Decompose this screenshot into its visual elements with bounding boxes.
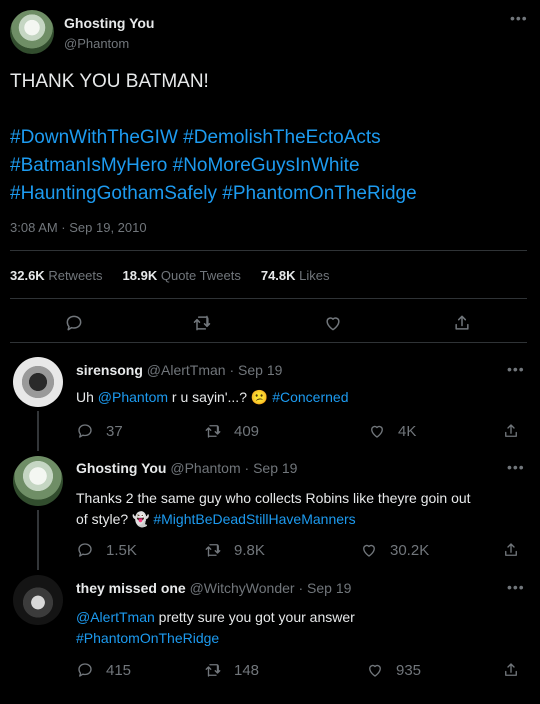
hashtag-link[interactable]: #DemolishTheEctoActs: [183, 127, 380, 148]
reply-count: 1.5K: [106, 541, 137, 559]
handle[interactable]: @Phantom: [64, 36, 129, 51]
date[interactable]: · Sep 19: [245, 460, 298, 476]
mention-link[interactable]: @Phantom: [98, 389, 168, 405]
reply-text: Thanks 2 the same guy who collects Robin…: [76, 490, 471, 527]
retweet-button[interactable]: 409: [204, 422, 259, 440]
retweet-count: 409: [234, 422, 260, 440]
reply-button[interactable]: 1.5K: [76, 541, 137, 559]
divider: [10, 342, 527, 343]
reply-button[interactable]: [64, 313, 84, 333]
retweet-icon: [205, 425, 221, 438]
reply-header: sirensong @AlertTman · Sep 19: [76, 362, 282, 378]
retweet-button[interactable]: [192, 313, 212, 333]
reply-count: 415: [106, 661, 132, 679]
reply-button[interactable]: 37: [76, 422, 123, 440]
more-icon[interactable]: •••: [507, 361, 525, 377]
divider: [10, 250, 527, 251]
retweets-stat[interactable]: 32.6K Retweets: [10, 268, 103, 283]
avatar[interactable]: [13, 575, 63, 625]
avatar[interactable]: [13, 456, 63, 506]
like-count: 30.2K: [390, 541, 430, 559]
timestamp[interactable]: 3:08 AM · Sep 19, 2010: [10, 220, 147, 235]
like-button[interactable]: 935: [366, 661, 421, 679]
thread-line: [37, 510, 39, 570]
reply-text: Uh @Phantom r u sayin'...? 😕 #Concerned: [76, 389, 349, 405]
hashtag-link[interactable]: #Concerned: [272, 389, 348, 405]
reply-text: @AlertTman pretty sure you got your answ…: [76, 609, 355, 646]
reply-button[interactable]: 415: [76, 661, 131, 679]
retweet-count: 148: [234, 661, 260, 679]
heart-icon: [326, 317, 340, 331]
hashtag-link[interactable]: #PhantomOnTheRidge: [222, 183, 416, 204]
retweet-count: 9.8K: [234, 541, 265, 559]
thread-line: [37, 411, 39, 451]
like-count: 935: [396, 661, 422, 679]
share-button[interactable]: [452, 313, 472, 333]
handle[interactable]: @AlertTman: [147, 362, 226, 378]
ghost-emoji: 👻: [132, 511, 150, 527]
reply-icon: [78, 543, 92, 557]
handle[interactable]: @WitchyWonder: [190, 580, 295, 596]
retweet-icon: [205, 544, 221, 557]
share-icon: [505, 543, 517, 556]
heart-icon: [369, 664, 381, 677]
hashtag-link[interactable]: #HauntingGothamSafely: [10, 183, 217, 204]
tweet-text: THANK YOU BATMAN!: [10, 71, 209, 92]
like-button[interactable]: 4K: [368, 422, 416, 440]
date[interactable]: · Sep 19: [229, 362, 282, 378]
reply-header: they missed one @WitchyWonder · Sep 19: [76, 580, 351, 596]
reply-icon: [78, 424, 92, 438]
display-name[interactable]: they missed one: [76, 580, 186, 596]
share-button[interactable]: [502, 661, 520, 679]
retweet-button[interactable]: 9.8K: [204, 541, 265, 559]
hashtag-link[interactable]: #DownWithTheGIW: [10, 127, 178, 148]
heart-icon: [363, 544, 375, 557]
more-icon[interactable]: •••: [510, 10, 528, 26]
hashtag-link[interactable]: #MightBeDeadStillHaveManners: [153, 511, 355, 527]
date[interactable]: · Sep 19: [298, 580, 351, 596]
reply-icon: [66, 315, 82, 331]
stats-row: 32.6K Retweets 18.9K Quote Tweets 74.8K …: [10, 268, 330, 283]
share-icon: [455, 315, 469, 330]
hashtag-link[interactable]: #BatmanIsMyHero: [10, 155, 167, 176]
handle[interactable]: @Phantom: [170, 460, 240, 476]
avatar[interactable]: [13, 357, 63, 407]
reply-icon: [78, 663, 92, 677]
like-button[interactable]: [323, 313, 343, 333]
hashtag-link[interactable]: #NoMoreGuysInWhite: [173, 155, 360, 176]
share-button[interactable]: [502, 541, 520, 559]
display-name[interactable]: Ghosting You: [64, 15, 154, 31]
display-name[interactable]: sirensong: [76, 362, 143, 378]
avatar[interactable]: [10, 10, 54, 54]
share-icon: [505, 424, 517, 437]
divider: [10, 298, 527, 299]
share-button[interactable]: [502, 422, 520, 440]
share-icon: [505, 663, 517, 676]
confused-emoji: 😕: [250, 389, 269, 405]
more-icon[interactable]: •••: [507, 579, 525, 595]
display-name[interactable]: Ghosting You: [76, 460, 166, 476]
mention-link[interactable]: @AlertTman: [76, 609, 155, 625]
more-icon[interactable]: •••: [507, 459, 525, 475]
reply-header: Ghosting You @Phantom · Sep 19: [76, 460, 297, 476]
likes-stat[interactable]: 74.8K Likes: [261, 268, 330, 283]
heart-icon: [371, 425, 383, 438]
retweet-icon: [193, 315, 211, 331]
like-count: 4K: [398, 422, 417, 440]
hashtag-link[interactable]: #PhantomOnTheRidge: [76, 630, 219, 646]
retweet-icon: [205, 664, 221, 677]
like-button[interactable]: 30.2K: [360, 541, 429, 559]
retweet-button[interactable]: 148: [204, 661, 259, 679]
tweet-hashtags: #DownWithTheGIW #DemolishTheEctoActs #Ba…: [10, 124, 530, 208]
reply-count: 37: [106, 422, 123, 440]
quotes-stat[interactable]: 18.9K Quote Tweets: [123, 268, 241, 283]
